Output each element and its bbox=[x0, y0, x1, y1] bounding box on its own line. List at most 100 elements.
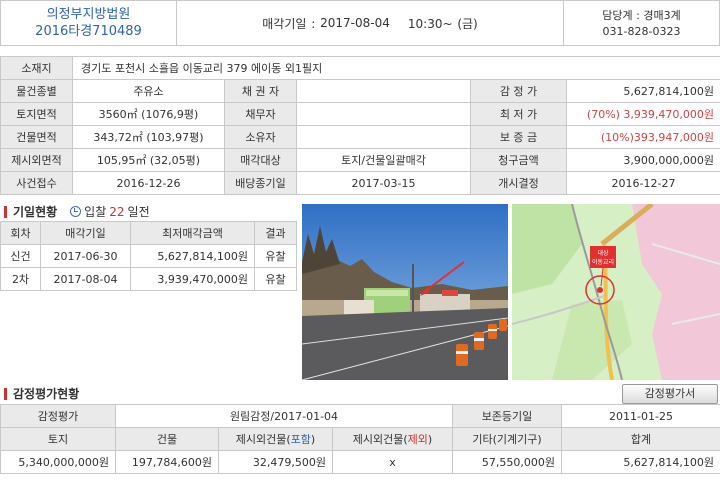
machinery-value: 57,550,000원 bbox=[452, 450, 562, 474]
claim-label: 청구금액 bbox=[470, 148, 567, 172]
building-area-label: 건물면적 bbox=[0, 125, 73, 149]
section-marker bbox=[4, 205, 7, 218]
column-header-land: 토지 bbox=[0, 427, 116, 451]
date-cell: 2017-06-30 bbox=[40, 244, 131, 268]
price-cell: 5,627,814,100원 bbox=[130, 244, 255, 268]
included-value: 32,479,500원 bbox=[218, 450, 333, 474]
debtor-value bbox=[296, 102, 471, 126]
table-row: 물건종별 주유소 채 권 자 감 정 가 5,627,814,100원 bbox=[0, 79, 720, 103]
case-header: 의정부지방법원 2016타경710489 매각기일 : 2017-08-04 10… bbox=[0, 0, 720, 46]
days-count: 22 bbox=[109, 204, 125, 219]
table-row: 토지면적 3560㎡ (1076,9평) 채무자 최 저 가 (70%) 3,9… bbox=[0, 102, 720, 126]
column-header: 회차 bbox=[0, 221, 41, 245]
total-value: 5,627,814,100원 bbox=[561, 450, 720, 474]
table-header-row: 회차 매각기일 최저매각금액 결과 bbox=[0, 221, 297, 245]
creditor-value bbox=[296, 79, 471, 103]
min-price-value: (70%) 3,939,470,000원 bbox=[565, 102, 720, 126]
result-cell: 유찰 bbox=[254, 244, 297, 268]
section-marker bbox=[4, 387, 7, 400]
table-row: 제시외면적 105,95㎡ (32,05평) 매각대상 토지/건물일괄매각 청구… bbox=[0, 148, 720, 172]
history-title: 기일현황 bbox=[13, 205, 58, 219]
start-value: 2016-12-27 bbox=[565, 171, 720, 195]
column-header-building: 건물 bbox=[115, 427, 219, 451]
deposit-label: 보 증 금 bbox=[470, 125, 567, 149]
property-photo[interactable] bbox=[302, 204, 508, 380]
map-marker-label-1: 대상 bbox=[597, 249, 609, 257]
sale-target-label: 매각대상 bbox=[224, 148, 297, 172]
table-row: 신건 2017-06-30 5,627,814,100원 유찰 bbox=[0, 244, 297, 268]
land-area-label: 토지면적 bbox=[0, 102, 73, 126]
days-suffix: 일전 bbox=[127, 205, 150, 219]
court-info: 의정부지방법원 2016타경710489 bbox=[1, 1, 177, 45]
type-value: 주유소 bbox=[72, 79, 225, 103]
location-map[interactable]: 대상 이동교리 bbox=[512, 204, 720, 380]
table-row: 5,340,000,000원 197,784,600원 32,479,500원 … bbox=[0, 450, 720, 474]
round-cell: 신건 bbox=[0, 244, 41, 268]
appraisal-table: 감정평가 원림감정/2017-01-04 보존등기일 2011-01-25 토지… bbox=[0, 404, 720, 474]
excluded-area-value: 105,95㎡ (32,05평) bbox=[72, 148, 225, 172]
sale-date-info: 매각기일 : 2017-08-04 10:30~ (금) bbox=[177, 1, 563, 45]
owner-value bbox=[296, 125, 471, 149]
table-row: 감정평가 원림감정/2017-01-04 보존등기일 2011-01-25 bbox=[0, 404, 720, 428]
clock-icon bbox=[70, 206, 82, 217]
owner-label: 소유자 bbox=[224, 125, 297, 149]
appraisal-org-label: 감정평가 bbox=[0, 404, 116, 428]
dividend-value: 2017-03-15 bbox=[296, 171, 471, 195]
map-image: 대상 이동교리 bbox=[512, 204, 720, 380]
excluded-value: x bbox=[332, 450, 453, 474]
appraisal-org-value: 원림감정/2017-01-04 bbox=[115, 404, 453, 428]
case-number: 2016타경710489 bbox=[35, 24, 142, 39]
date-cell: 2017-08-04 bbox=[40, 267, 131, 291]
receipt-value: 2016-12-26 bbox=[72, 171, 225, 195]
column-header-included: 제시외건물(포함) bbox=[218, 427, 333, 451]
debtor-label: 채무자 bbox=[224, 102, 297, 126]
history-section-title: 기일현황 입찰 22 일전 bbox=[4, 203, 150, 220]
address-value: 경기도 포천시 소흘읍 이동교리 379 에이동 외1필지 bbox=[71, 56, 720, 80]
column-header-machinery: 기타(기계기구) bbox=[452, 427, 562, 451]
map-marker-label-2: 이동교리 bbox=[592, 258, 614, 266]
phone-number: 031-828-0323 bbox=[602, 25, 681, 38]
appraisal-title: 감정평가현황 bbox=[13, 387, 80, 401]
table-row: 소재지 경기도 포천시 소흘읍 이동교리 379 에이동 외1필지 bbox=[0, 56, 720, 80]
column-header-total: 합계 bbox=[561, 427, 720, 451]
sale-date: 2017-08-04 bbox=[320, 16, 390, 30]
registration-date-label: 보존등기일 bbox=[452, 404, 562, 428]
land-area-value: 3560㎡ (1076,9평) bbox=[72, 102, 225, 126]
type-label: 물건종별 bbox=[0, 79, 73, 103]
registration-date-value: 2011-01-25 bbox=[561, 404, 720, 428]
round-cell: 2차 bbox=[0, 267, 41, 291]
department: 담당계 : 경매3계 bbox=[602, 9, 681, 22]
building-area-value: 343,72㎡ (103,97평) bbox=[72, 125, 225, 149]
deposit-value: (10%)393,947,000원 bbox=[565, 125, 720, 149]
table-row: 2차 2017-08-04 3,939,470,000원 유찰 bbox=[0, 267, 297, 291]
result-cell: 유찰 bbox=[254, 267, 297, 291]
street-photo-image bbox=[302, 204, 508, 380]
column-header: 결과 bbox=[254, 221, 297, 245]
table-row: 사건접수 2016-12-26 배당종기일 2017-03-15 개시결정 20… bbox=[0, 171, 720, 195]
court-name: 의정부지방법원 bbox=[46, 7, 131, 22]
contact-info: 담당계 : 경매3계 031-828-0323 bbox=[563, 1, 719, 45]
appraisal-value: 5,627,814,100원 bbox=[565, 79, 720, 103]
table-row: 건물면적 343,72㎡ (103,97평) 소유자 보 증 금 (10%)39… bbox=[0, 125, 720, 149]
property-info-table: 소재지 경기도 포천시 소흘읍 이동교리 379 에이동 외1필지 물건종별 주… bbox=[0, 56, 720, 195]
building-value: 197,784,600원 bbox=[115, 450, 219, 474]
auction-history-table: 회차 매각기일 최저매각금액 결과 신건 2017-06-30 5,627,81… bbox=[0, 221, 297, 291]
dividend-label: 배당종기일 bbox=[224, 171, 297, 195]
receipt-label: 사건접수 bbox=[0, 171, 73, 195]
column-header: 최저매각금액 bbox=[130, 221, 255, 245]
column-header-excluded: 제시외건물(제외) bbox=[332, 427, 453, 451]
sale-time: 10:30~ (금) bbox=[407, 16, 478, 31]
appraisal-label: 감 정 가 bbox=[470, 79, 567, 103]
start-label: 개시결정 bbox=[470, 171, 567, 195]
address-label: 소재지 bbox=[0, 56, 73, 80]
excluded-area-label: 제시외면적 bbox=[0, 148, 73, 172]
column-header: 매각기일 bbox=[40, 221, 131, 245]
days-until-bid: 입찰 22 일전 bbox=[70, 203, 150, 220]
price-cell: 3,939,470,000원 bbox=[130, 267, 255, 291]
sale-target-value: 토지/건물일괄매각 bbox=[296, 148, 471, 172]
days-prefix: 입찰 bbox=[84, 205, 107, 219]
appraisal-section-title: 감정평가현황 bbox=[4, 385, 79, 402]
creditor-label: 채 권 자 bbox=[224, 79, 297, 103]
appraisal-report-button[interactable]: 감정평가서 bbox=[622, 384, 718, 404]
table-header-row: 토지 건물 제시외건물(포함) 제시외건물(제외) 기타(기계기구) 합계 bbox=[0, 427, 720, 451]
